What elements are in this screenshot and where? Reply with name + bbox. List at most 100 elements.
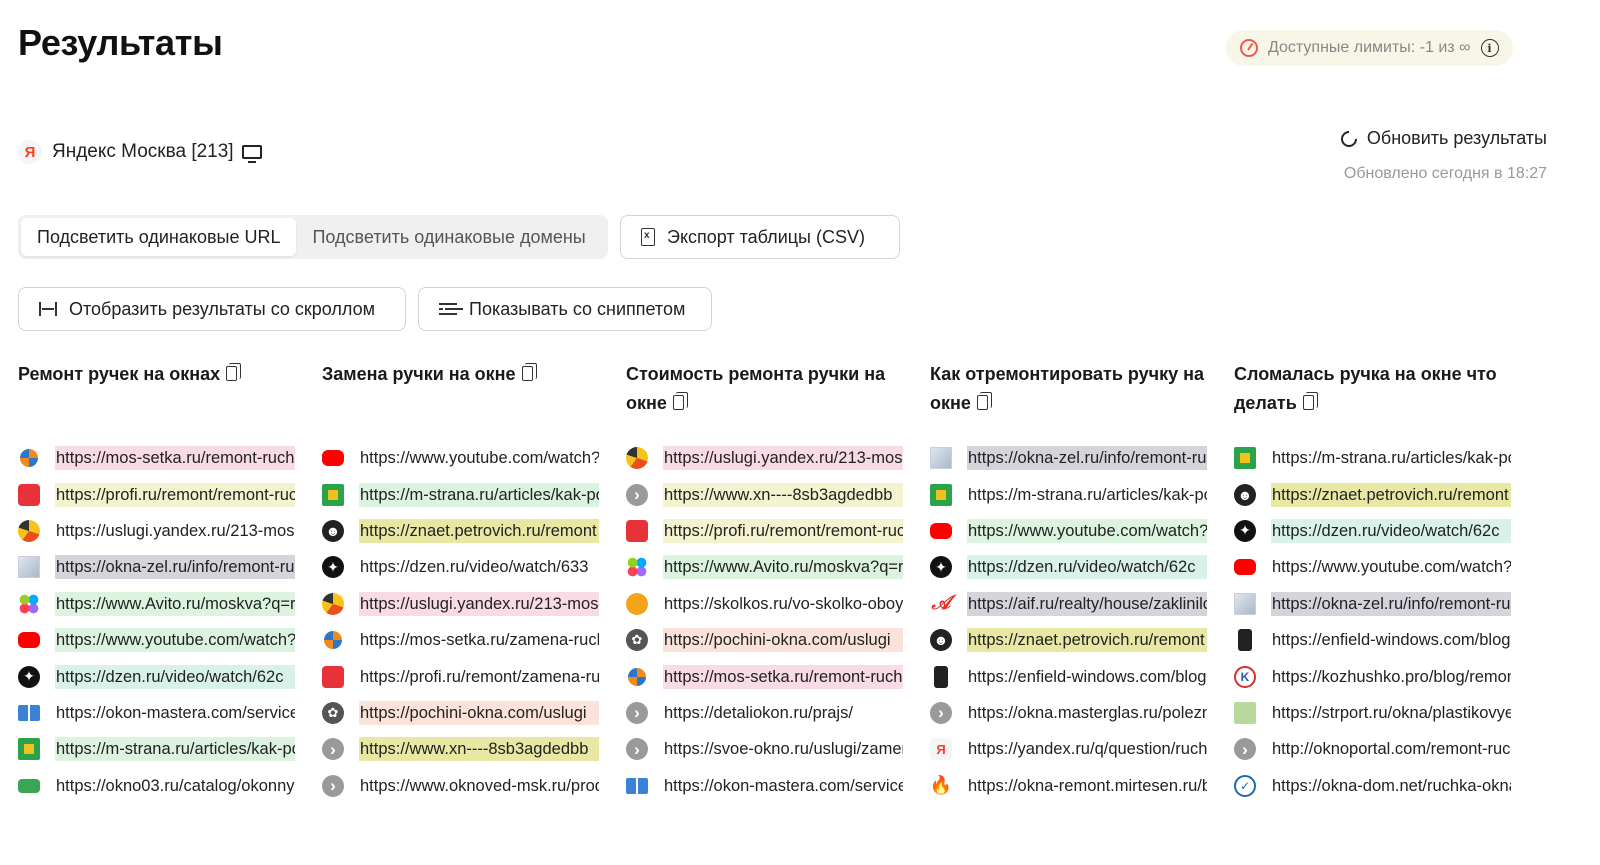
result-url[interactable]: https://pochini-okna.com/uslugi [663, 628, 903, 653]
result-url[interactable]: https://dzen.ru/video/watch/62c [55, 664, 295, 689]
result-url[interactable]: https://www.Avito.ru/moskva?q=remont [663, 555, 903, 580]
result-url[interactable]: https://m-strana.ru/articles/kak-pochini… [1271, 446, 1511, 470]
query-column: Ремонт ручек на окнах https://mos-setka.r… [18, 360, 295, 804]
result-url[interactable]: https://enfield-windows.com/blog [967, 665, 1207, 689]
result-row: https://m-strana.ru/articles/kak-pomenya… [322, 476, 599, 512]
result-row: https://enfield-windows.com/blog [930, 658, 1207, 694]
result-url[interactable]: https://enfield-windows.com/blog [1271, 628, 1511, 652]
limits-badge: Доступные лимиты: -1 из ∞ i [1226, 30, 1513, 66]
generic-site-icon [1234, 738, 1256, 761]
csv-file-icon [641, 228, 655, 246]
result-url[interactable]: https://www.youtube.com/watch?v= [1271, 555, 1511, 579]
result-url[interactable]: https://pochini-okna.com/uslugi [359, 700, 599, 725]
result-url[interactable]: https://m-strana.ru/articles/kak-pochini… [967, 483, 1207, 507]
result-url[interactable]: https://skolkos.ru/vo-skolko-oboydetsya [663, 592, 903, 616]
copy-icon[interactable] [672, 392, 688, 410]
result-url[interactable]: https://profi.ru/remont/remont-ruchek [663, 518, 903, 543]
result-url[interactable]: https://dzen.ru/video/watch/62c [1271, 518, 1511, 543]
show-scroll-button[interactable]: Отобразить результаты со скроллом [18, 287, 406, 331]
result-url[interactable]: https://www.oknoved-msk.ru/products [359, 774, 599, 798]
result-url[interactable]: https://svoe-okno.ru/uslugi/zamena [663, 737, 903, 761]
generic-site-icon [930, 701, 952, 724]
page-title: Результаты [18, 22, 223, 63]
result-url[interactable]: https://okna-zel.ru/info/remont-ruchek [55, 555, 295, 580]
result-url[interactable]: https://okna-dom.net/ruchka-okna [1271, 774, 1511, 798]
export-csv-button[interactable]: Экспорт таблицы (CSV) [620, 215, 900, 259]
result-url[interactable]: https://okon-mastera.com/services [663, 774, 903, 798]
kozhushko-icon [1234, 665, 1256, 688]
result-url[interactable]: https://znaet.petrovich.ru/remont [1271, 482, 1511, 507]
m-strana-icon [18, 738, 40, 761]
pochini-okna-icon [626, 629, 648, 652]
result-url[interactable]: https://dzen.ru/video/watch/62c [967, 555, 1207, 580]
result-url[interactable]: https://okna-zel.ru/info/remont-ruchek [1271, 591, 1511, 616]
result-url[interactable]: https://znaet.petrovich.ru/remont [967, 628, 1207, 653]
profi-icon [18, 483, 40, 506]
result-url[interactable]: https://aif.ru/realty/house/zaklinilo [967, 591, 1207, 616]
youtube-icon [18, 632, 40, 649]
result-url[interactable]: https://mos-setka.ru/remont-ruchek [663, 664, 903, 689]
result-url[interactable]: https://m-strana.ru/articles/kak-pomenya… [359, 482, 599, 507]
yandex-icon: Я [18, 140, 42, 164]
query-title: Сломалась ручка на окне что делать [1234, 360, 1511, 440]
result-url[interactable]: https://www.Avito.ru/moskva?q=remont [55, 591, 295, 616]
result-url[interactable]: https://mos-setka.ru/remont-ruchek [55, 446, 295, 471]
info-icon[interactable]: i [1480, 39, 1499, 57]
result-url[interactable]: https://mos-setka.ru/zamena-ruchek [359, 628, 599, 652]
okna-zel-icon [18, 556, 40, 579]
copy-icon[interactable] [521, 363, 537, 381]
result-url[interactable]: https://okna-remont.mirtesen.ru/blog [967, 774, 1207, 798]
result-row: https://www.youtube.com/watch?v= [1234, 549, 1511, 585]
result-url[interactable]: https://www.youtube.com/watch?v= [967, 518, 1207, 543]
show-scroll-label: Отобразить результаты со скроллом [69, 298, 376, 319]
result-url[interactable]: https://www.youtube.com/watch?v= [359, 446, 599, 470]
result-row: https://okno03.ru/catalog/okonnye [18, 768, 295, 804]
result-row: https://skolkos.ru/vo-skolko-oboydetsya [626, 586, 903, 622]
show-snippet-button[interactable]: Показывать со сниппетом [418, 287, 712, 331]
highlight-urls-option[interactable]: Подсветить одинаковые URL [21, 218, 297, 256]
youtube-icon [322, 450, 344, 467]
result-url[interactable]: https://uslugi.yandex.ru/213-moskva [55, 519, 295, 543]
region-label: Яндекс Москва [213] [52, 141, 234, 162]
refresh-results-button[interactable]: Обновить результаты [1337, 127, 1547, 150]
result-row: https://www.youtube.com/watch?v= [322, 440, 599, 476]
query-text: Как отремонтировать ручку на окне [930, 364, 1205, 413]
copy-icon[interactable] [976, 392, 992, 410]
result-row: https://www.Avito.ru/moskva?q=remont [626, 549, 903, 585]
result-row: https://mos-setka.ru/remont-ruchek [626, 658, 903, 694]
result-url[interactable]: https://okna-zel.ru/info/remont-ruchek [967, 446, 1207, 471]
skolkos-icon [626, 592, 648, 615]
result-url[interactable]: https://znaet.petrovich.ru/remont [359, 518, 599, 543]
result-row: https://mos-setka.ru/zamena-ruchek [322, 622, 599, 658]
result-url[interactable]: https://okon-mastera.com/services [55, 701, 295, 725]
result-url[interactable]: https://uslugi.yandex.ru/213-moskva [663, 446, 903, 471]
query-title: Замена ручки на окне [322, 360, 599, 440]
result-url[interactable]: https://yandex.ru/q/question/ruchka [967, 737, 1207, 761]
result-url[interactable]: https://profi.ru/remont/remont-ruchek [55, 482, 295, 507]
snippet-lines-icon [439, 302, 457, 316]
result-url[interactable]: https://m-strana.ru/articles/kak-pochini… [55, 737, 295, 762]
result-url[interactable]: https://strport.ru/okna/plastikovye [1271, 701, 1511, 725]
copy-icon[interactable] [1302, 392, 1318, 410]
result-url[interactable]: https://www.xn----8sb3agdedbb [663, 482, 903, 507]
result-url[interactable]: https://okna.masterglas.ru/polezno [967, 701, 1207, 725]
result-url[interactable]: https://www.youtube.com/watch?v= [55, 628, 295, 653]
result-row: https://m-strana.ru/articles/kak-pochini… [930, 476, 1207, 512]
result-row: https://okna.masterglas.ru/polezno [930, 695, 1207, 731]
width-arrows-icon [39, 302, 57, 316]
result-url[interactable]: https://uslugi.yandex.ru/213-moskva [359, 591, 599, 616]
result-row: https://yandex.ru/q/question/ruchka [930, 731, 1207, 767]
copy-icon[interactable] [226, 363, 242, 381]
generic-site-icon [626, 483, 648, 506]
result-url[interactable]: https://dzen.ru/video/watch/633 [359, 555, 599, 579]
result-url[interactable]: https://www.xn----8sb3agdedbb [359, 737, 599, 762]
result-url[interactable]: https://detaliokon.ru/prajs/ [663, 701, 903, 725]
result-url[interactable]: https://okno03.ru/catalog/okonnye [55, 774, 295, 798]
result-url[interactable]: https://profi.ru/remont/zamena-ruchek [359, 665, 599, 689]
highlight-domains-option[interactable]: Подсветить одинаковые домены [296, 218, 601, 256]
result-url[interactable]: https://kozhushko.pro/blog/remont [1271, 665, 1511, 689]
petrovich-icon [1234, 483, 1256, 506]
result-url[interactable]: http://oknoportal.com/remont-ruchek [1271, 737, 1511, 761]
result-row: https://uslugi.yandex.ru/213-moskva [18, 513, 295, 549]
result-row: https://aif.ru/realty/house/zaklinilo [930, 586, 1207, 622]
